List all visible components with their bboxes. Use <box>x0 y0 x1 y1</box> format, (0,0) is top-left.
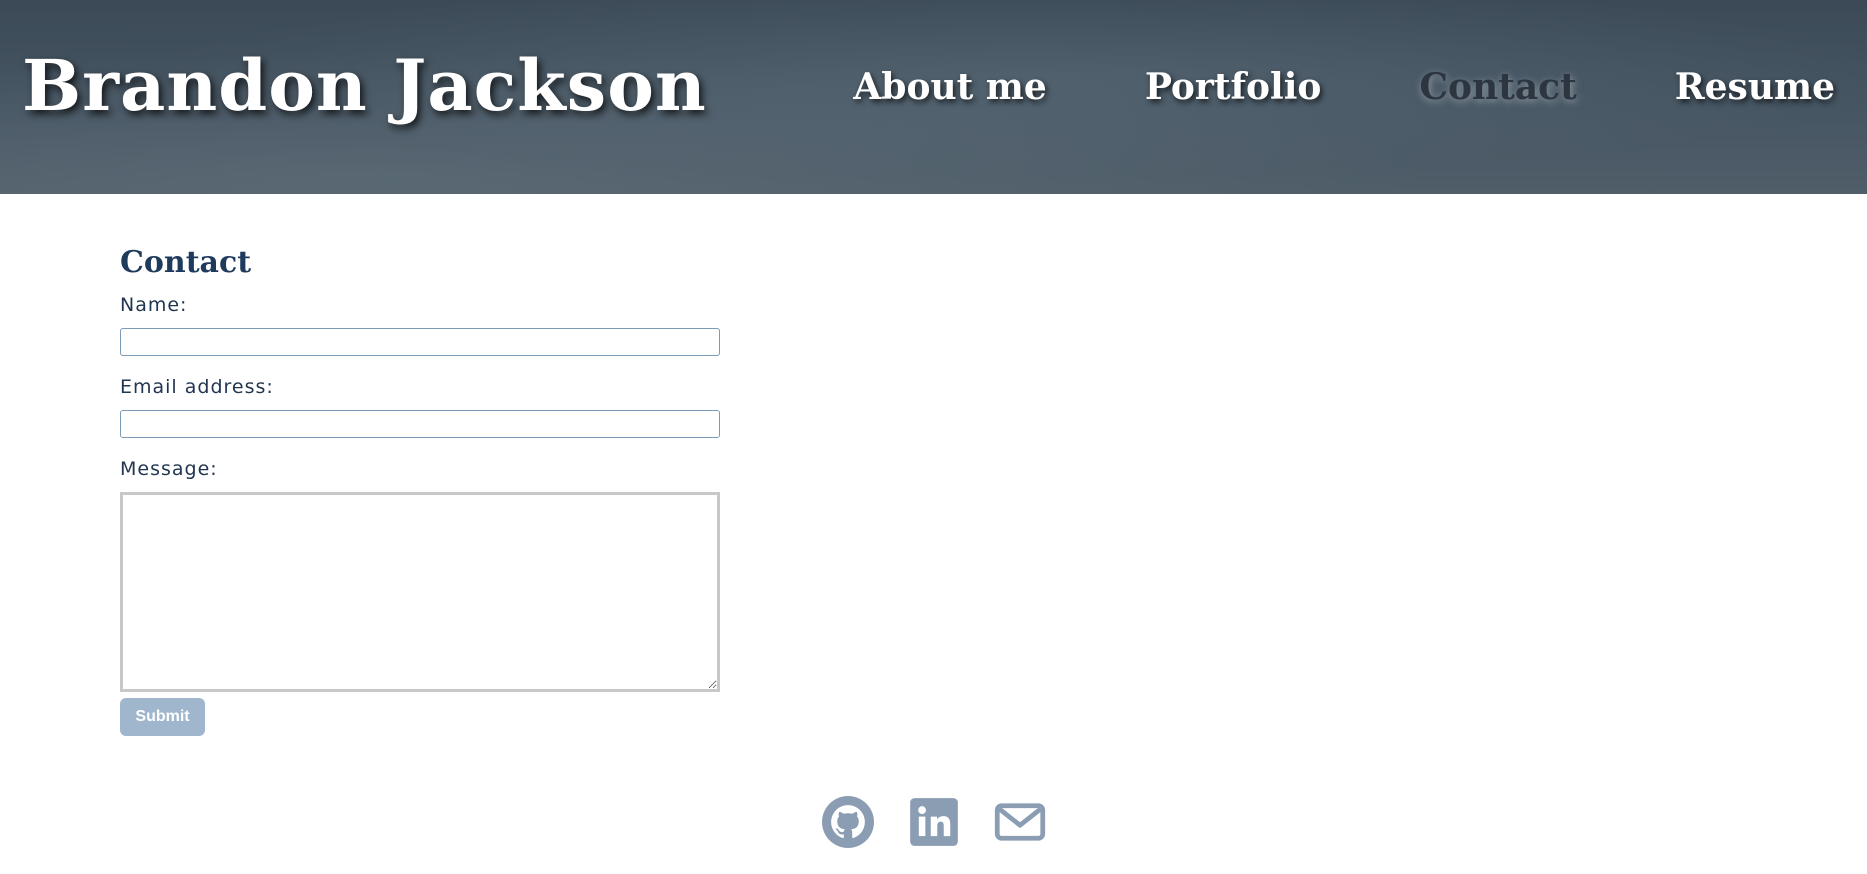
nav-contact[interactable]: Contact <box>1419 66 1576 108</box>
name-input[interactable] <box>120 328 720 356</box>
social-links <box>0 796 1867 848</box>
submit-button[interactable]: Submit <box>120 698 205 736</box>
site-header: Brandon Jackson About me Portfolio Conta… <box>0 0 1867 194</box>
nav-portfolio[interactable]: Portfolio <box>1145 66 1322 108</box>
main-nav: About me Portfolio Contact Resume <box>755 66 1835 108</box>
nav-resume[interactable]: Resume <box>1675 66 1835 108</box>
nav-about-me[interactable]: About me <box>853 66 1046 108</box>
github-link[interactable] <box>821 796 874 848</box>
email-input[interactable] <box>120 410 720 438</box>
contact-heading: Contact <box>120 245 252 280</box>
message-textarea[interactable] <box>120 492 720 692</box>
contact-form: Name: Email address: Message: Submit <box>120 294 720 736</box>
email-label: Email address: <box>120 376 274 398</box>
email-link[interactable] <box>994 796 1046 848</box>
message-label: Message: <box>120 458 218 480</box>
linkedin-icon <box>909 798 958 846</box>
name-label: Name: <box>120 294 188 316</box>
site-title: Brandon Jackson <box>22 44 707 127</box>
mail-icon <box>994 803 1045 841</box>
linkedin-link[interactable] <box>908 796 960 848</box>
github-icon <box>821 796 874 848</box>
contact-section: Contact Name: Email address: Message: Su… <box>120 245 720 736</box>
